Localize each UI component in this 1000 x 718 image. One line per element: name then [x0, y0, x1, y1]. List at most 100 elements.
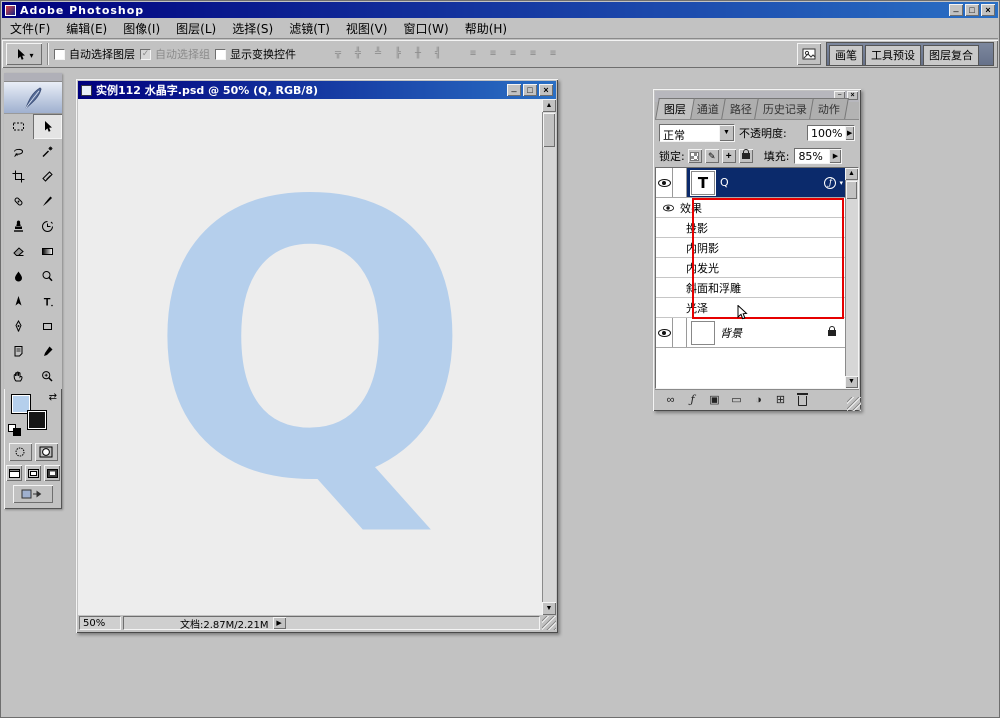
align-bottom-edges-button[interactable]	[369, 45, 387, 63]
palette-resize-grip[interactable]	[847, 397, 861, 411]
document-titlebar[interactable]: 实例112 水晶字.psd @ 50% (Q, RGB/8)	[78, 81, 556, 99]
text-layer-thumbnail[interactable]: T	[691, 171, 715, 195]
link-gutter[interactable]	[673, 168, 687, 197]
tab-actions[interactable]: 动作	[809, 98, 849, 119]
distribute-right-edges-button[interactable]	[544, 45, 562, 63]
effect-row-inner-shadow[interactable]: 内阴影	[656, 238, 845, 258]
layer-name[interactable]: Q	[720, 176, 729, 189]
tool-shape[interactable]	[33, 314, 62, 339]
standard-screen-button[interactable]	[6, 465, 22, 481]
tool-history-brush[interactable]	[33, 214, 62, 239]
tool-notes[interactable]	[4, 339, 33, 364]
tool-lasso[interactable]	[4, 139, 33, 164]
blend-mode-select[interactable]: 正常	[659, 124, 735, 142]
tool-clone-stamp[interactable]	[4, 214, 33, 239]
menu-file[interactable]: 文件(F)	[2, 18, 58, 39]
effects-header-row[interactable]: 效果	[656, 198, 845, 218]
collapse-effects-icon[interactable]	[839, 179, 843, 187]
effect-row-satin[interactable]: 光泽	[656, 298, 845, 318]
menu-image[interactable]: 图像(I)	[115, 18, 168, 39]
tool-slice[interactable]	[33, 164, 62, 189]
document-restore-button[interactable]	[523, 84, 537, 96]
visibility-eye-icon[interactable]	[658, 329, 671, 337]
distribute-horizontal-centers-button[interactable]	[524, 45, 542, 63]
tool-blur[interactable]	[4, 264, 33, 289]
layers-scroll-down-button[interactable]	[845, 376, 858, 388]
lock-image-pixels-toggle[interactable]: ✎	[705, 149, 719, 163]
quick-mask-mode-button[interactable]	[35, 443, 58, 461]
lock-transparent-pixels-toggle[interactable]	[688, 149, 702, 163]
align-right-edges-button[interactable]	[429, 45, 447, 63]
zoom-level-field[interactable]: 50%	[79, 616, 121, 630]
align-top-edges-button[interactable]	[329, 45, 347, 63]
align-left-edges-button[interactable]	[389, 45, 407, 63]
checkbox-auto-select-group[interactable]: 自动选择组	[140, 46, 210, 62]
visibility-gutter[interactable]	[656, 318, 673, 347]
menu-layer[interactable]: 图层(L)	[168, 18, 224, 39]
scroll-down-button[interactable]	[542, 602, 556, 615]
tool-preset-picker[interactable]	[6, 43, 42, 65]
lock-position-toggle[interactable]: +	[722, 149, 736, 163]
visibility-gutter[interactable]	[656, 168, 673, 197]
fill-slider-icon[interactable]	[829, 149, 841, 163]
fill-field[interactable]: 85%	[794, 148, 842, 164]
tool-eraser[interactable]	[4, 239, 33, 264]
tool-rect-marquee[interactable]	[4, 114, 33, 139]
align-vertical-centers-button[interactable]	[349, 45, 367, 63]
add-layer-mask-button[interactable]: ▣	[707, 392, 722, 407]
toolbox-drag-bar[interactable]	[4, 73, 62, 82]
tool-pen[interactable]	[4, 314, 33, 339]
distribute-bottom-edges-button[interactable]	[504, 45, 522, 63]
new-adjustment-layer-button[interactable]: ◑	[751, 392, 766, 407]
visibility-eye-icon[interactable]	[658, 179, 671, 187]
maximize-button[interactable]	[965, 4, 979, 16]
opacity-slider-icon[interactable]	[845, 126, 854, 140]
delete-layer-button[interactable]	[795, 392, 810, 407]
distribute-top-edges-button[interactable]	[464, 45, 482, 63]
vertical-scrollbar[interactable]	[542, 99, 556, 615]
tool-move[interactable]	[33, 114, 62, 139]
background-layer-thumbnail[interactable]	[691, 321, 715, 345]
link-layers-button[interactable]: ∞	[663, 392, 678, 407]
minimize-button[interactable]	[949, 4, 963, 16]
status-menu-button[interactable]	[273, 617, 286, 629]
tool-type[interactable]: T	[33, 289, 62, 314]
menu-select[interactable]: 选择(S)	[224, 18, 281, 39]
close-button[interactable]	[981, 4, 995, 16]
window-titlebar[interactable]: Adobe Photoshop	[2, 2, 998, 18]
tool-crop[interactable]	[4, 164, 33, 189]
layer-row-background[interactable]: 背景	[656, 318, 845, 348]
palette-tab-layer-comps[interactable]: 图层复合	[923, 45, 979, 65]
opacity-field[interactable]: 100%	[807, 125, 855, 141]
layers-scrollbar[interactable]	[845, 168, 858, 388]
palette-tab-tool-presets[interactable]: 工具预设	[865, 45, 921, 65]
menu-help[interactable]: 帮助(H)	[457, 18, 515, 39]
menu-edit[interactable]: 编辑(E)	[58, 18, 115, 39]
effect-row-bevel-emboss[interactable]: 斜面和浮雕	[656, 278, 845, 298]
menu-window[interactable]: 窗口(W)	[395, 18, 456, 39]
effect-row-inner-glow[interactable]: 内发光	[656, 258, 845, 278]
tool-path-select[interactable]	[4, 289, 33, 314]
default-colors-icon[interactable]	[8, 424, 22, 436]
link-gutter[interactable]	[673, 318, 687, 347]
tool-eyedropper[interactable]	[33, 339, 62, 364]
jump-to-imageready-button[interactable]	[13, 485, 53, 503]
palette-tab-brushes[interactable]: 画笔	[829, 45, 863, 65]
document-minimize-button[interactable]	[507, 84, 521, 96]
align-horizontal-centers-button[interactable]	[409, 45, 427, 63]
tool-healing-brush[interactable]	[4, 189, 33, 214]
document-close-button[interactable]	[539, 84, 553, 96]
scrollbar-thumb[interactable]	[543, 113, 555, 147]
add-layer-style-button[interactable]: ƒ	[685, 392, 700, 407]
new-layer-button[interactable]: ⊞	[773, 392, 788, 407]
document-resize-grip[interactable]	[542, 616, 556, 630]
checkbox-auto-select-layer[interactable]: 自动选择图层	[54, 46, 135, 62]
document-canvas[interactable]: Q	[78, 99, 542, 615]
tool-brush[interactable]	[33, 189, 62, 214]
new-layer-set-button[interactable]: ▭	[729, 392, 744, 407]
tab-layers[interactable]: 图层	[655, 98, 695, 119]
effects-visibility-eye-icon[interactable]	[663, 204, 674, 211]
menu-filter[interactable]: 滤镜(T)	[281, 18, 338, 39]
file-browser-button[interactable]	[797, 43, 821, 65]
layers-scrollbar-thumb[interactable]	[846, 181, 857, 199]
